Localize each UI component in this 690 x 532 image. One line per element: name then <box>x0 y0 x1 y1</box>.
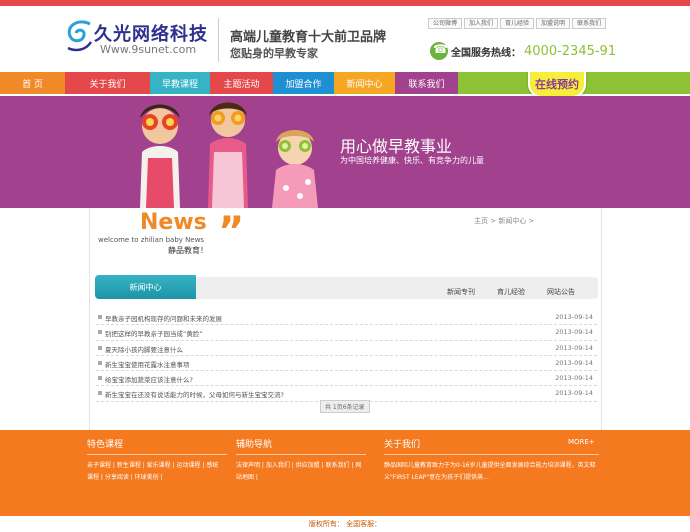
footer-more-link[interactable]: MORE+ <box>568 438 595 446</box>
news-date: 2013-09-14 <box>555 328 593 337</box>
nav-courses[interactable]: 早教课程 <box>150 72 210 94</box>
nav-activities[interactable]: 主题活动 <box>210 72 273 94</box>
bullet-icon <box>98 315 102 319</box>
top-link-weibo[interactable]: 公司微博 <box>428 18 463 29</box>
news-tagline: 静品教育！ <box>168 246 208 255</box>
footer-nav-links[interactable]: 法律声明 | 加入我们 | 供应加盟 | 联系我们 | 网站地图 | <box>236 460 366 484</box>
site-logo[interactable]: 久光网络科技 Www.9sunet.com <box>64 18 224 62</box>
footer-courses-links[interactable]: 亲子课程 | 新生课程 | 爱乐课程 | 运动课程 | 感统课程 | 分享阅读 … <box>87 460 222 484</box>
subtab-special[interactable]: 新闻专刊 <box>447 287 475 297</box>
footer-nav: 辅助导航 法律声明 | 加入我们 | 供应加盟 | 联系我们 | 网站地图 | <box>236 437 366 484</box>
tab-news-center[interactable]: 新闻中心 <box>95 275 196 299</box>
footer-about-text: 静品国际儿童教育致力于为0-16岁儿童提供全面发展综合能力培训课程，英文释义"F… <box>384 462 596 481</box>
news-subtabs: 新闻专刊 育儿经验 网站公告 <box>447 287 575 297</box>
banner-title: 用心做早教事业 <box>340 137 453 156</box>
bullet-icon <box>98 391 102 396</box>
news-title[interactable]: 早教亲子园机构现存的问题和未来的发展 <box>105 313 222 323</box>
copyright: 版权所有： 全国客服： <box>0 516 690 532</box>
brand-subslogan: 您贴身的早教专家 <box>230 47 318 60</box>
news-date: 2013-09-14 <box>555 374 593 383</box>
logo-swirl-icon <box>67 20 93 52</box>
news-date: 2013-09-14 <box>555 343 593 352</box>
news-welcome: welcome to zhilian baby News <box>98 236 205 244</box>
top-accent-bar <box>0 0 690 6</box>
news-row[interactable]: 早教亲子园机构现存的问题和未来的发展 2013-09-14 <box>96 310 597 326</box>
news-row[interactable]: 新生宝宝使用花露水注意事项 2013-09-14 <box>96 356 597 372</box>
footer: 特色课程 亲子课程 | 新生课程 | 爱乐课程 | 运动课程 | 感统课程 | … <box>0 430 690 516</box>
main-nav: 首 页 关于我们 早教课程 主题活动 加盟合作 新闻中心 联系我们 <box>0 72 690 94</box>
bullet-icon <box>98 345 102 350</box>
hotline: 全国服务热线： 4000-2345-91 <box>430 42 616 60</box>
hotline-number: 4000-2345-91 <box>524 43 617 59</box>
top-links: 公司微博 加入我们 育儿经验 加盟说明 联系我们 <box>428 18 607 29</box>
news-row[interactable]: 夏天除小孩内脚要注意什么 2013-09-14 <box>96 341 597 356</box>
phone-icon <box>430 42 448 60</box>
page: 久光网络科技 Www.9sunet.com 高端儿童教育十大前卫品牌 您贴身的早… <box>0 0 690 532</box>
subtab-parenting[interactable]: 育儿经验 <box>497 287 525 297</box>
breadcrumb[interactable]: 主页 > 新闻中心 > <box>474 216 534 226</box>
news-date: 2013-09-14 <box>555 389 593 398</box>
pagination[interactable]: 共 1页6条记录 <box>320 400 370 413</box>
news-content: News ” welcome to zhilian baby News 静品教育… <box>89 208 602 430</box>
news-title[interactable]: 新生宝宝使用花露水注意事项 <box>105 359 190 369</box>
hero-banner: 用心做早教事业 为中国培养健康、快乐、有竞争力的儿童 <box>0 96 690 208</box>
news-heading: News <box>140 210 207 235</box>
logo-url: Www.9sunet.com <box>100 43 197 56</box>
news-date: 2013-09-14 <box>555 313 593 321</box>
news-list: 早教亲子园机构现存的问题和未来的发展 2013-09-14 别把这样的早教亲子园当… <box>96 310 597 402</box>
top-link-contact[interactable]: 联系我们 <box>572 18 607 29</box>
subtab-announcements[interactable]: 网站公告 <box>547 287 575 297</box>
bullet-icon <box>98 330 102 335</box>
online-booking-button[interactable]: 在线预约 <box>528 70 586 98</box>
news-date: 2013-09-14 <box>555 358 593 367</box>
footer-divider <box>87 454 227 455</box>
nav-news[interactable]: 新闻中心 <box>334 72 395 94</box>
hotline-label: 全国服务热线： <box>451 47 521 59</box>
nav-about[interactable]: 关于我们 <box>65 72 150 94</box>
nav-franchise[interactable]: 加盟合作 <box>273 72 334 94</box>
footer-courses: 特色课程 亲子课程 | 新生课程 | 爱乐课程 | 运动课程 | 感统课程 | … <box>87 437 227 484</box>
news-row[interactable]: 别把这样的早教亲子园当成“黄脸” 2013-09-14 <box>96 325 597 341</box>
top-link-parenting[interactable]: 育儿经验 <box>500 18 535 29</box>
news-title[interactable]: 夏天除小孩内脚要注意什么 <box>105 344 183 354</box>
news-title[interactable]: 新生宝宝在还没有说话能力的时候，父母如何与新生宝宝交流? <box>105 389 284 399</box>
footer-divider <box>384 454 599 455</box>
brand-slogan: 高端儿童教育十大前卫品牌 <box>230 30 387 45</box>
news-row[interactable]: 给宝宝添加蔬菜应该注意什么? 2013-09-14 <box>96 371 597 387</box>
bullet-icon <box>98 360 102 365</box>
footer-nav-title: 辅助导航 <box>236 440 273 450</box>
news-tabbar: 新闻中心 新闻专刊 育儿经验 网站公告 <box>95 275 598 299</box>
footer-about: 关于我们 静品国际儿童教育致力于为0-16岁儿童提供全面发展综合能力培训课程，英… <box>384 437 599 484</box>
news-title[interactable]: 给宝宝添加蔬菜应该注意什么? <box>105 374 193 384</box>
bullet-icon <box>98 376 102 381</box>
nav-contact[interactable]: 联系我们 <box>395 72 458 94</box>
header-divider <box>218 18 219 62</box>
news-title[interactable]: 别把这样的早教亲子园当成“黄脸” <box>105 328 203 338</box>
footer-courses-title: 特色课程 <box>87 440 124 450</box>
nav-home[interactable]: 首 页 <box>0 72 65 94</box>
footer-about-title: 关于我们 <box>384 440 421 450</box>
quote-mark-icon: ” <box>218 209 245 255</box>
banner-subtitle: 为中国培养健康、快乐、有竞争力的儿童 <box>340 156 484 165</box>
top-link-join[interactable]: 加入我们 <box>464 18 499 29</box>
footer-divider <box>236 454 366 455</box>
top-link-franchise[interactable]: 加盟说明 <box>536 18 571 29</box>
kids-photo <box>140 102 318 208</box>
